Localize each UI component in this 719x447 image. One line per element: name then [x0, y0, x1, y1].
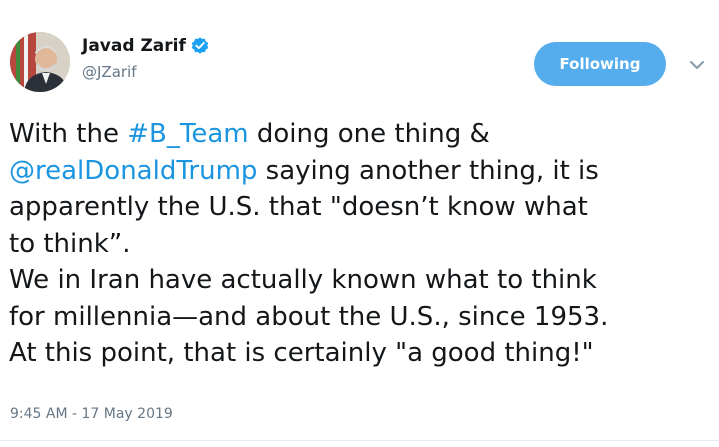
avatar[interactable] — [10, 32, 70, 92]
text-segment: With the — [9, 119, 128, 149]
following-button[interactable]: Following — [534, 42, 666, 86]
text-segment: doing one thing & — [248, 119, 490, 149]
tweet-line: With the #B_Team doing one thing & — [9, 116, 711, 153]
tweet-line: to think”. — [9, 228, 131, 259]
hashtag-link[interactable]: #B_Team — [127, 119, 248, 149]
avatar-image — [10, 32, 70, 92]
divider — [0, 440, 719, 441]
author-display-name[interactable]: Javad Zarif — [82, 36, 210, 56]
author-handle[interactable]: @JZarif — [82, 63, 137, 81]
tweet-line: apparently the U.S. that "doesn’t know w… — [9, 192, 588, 222]
tweet-timestamp[interactable]: 9:45 AM - 17 May 2019 — [10, 406, 173, 422]
chevron-down-icon[interactable] — [688, 56, 706, 74]
display-name-text[interactable]: Javad Zarif — [82, 36, 186, 56]
mention-link[interactable]: @realDonaldTrump — [9, 156, 257, 186]
tweet-line: We in Iran have actually known what to t… — [9, 265, 597, 295]
text-segment: saying another thing, it is — [257, 155, 599, 186]
tweet-line: At this point, that is certainly "a good… — [9, 338, 594, 368]
verified-badge-icon — [190, 36, 210, 56]
tweet-line: @realDonaldTrump saying another thing, i… — [9, 153, 711, 190]
tweet-line: for millennia—and about the U.S., since … — [9, 301, 609, 332]
tweet-text: With the #B_Team doing one thing & @real… — [9, 116, 711, 372]
